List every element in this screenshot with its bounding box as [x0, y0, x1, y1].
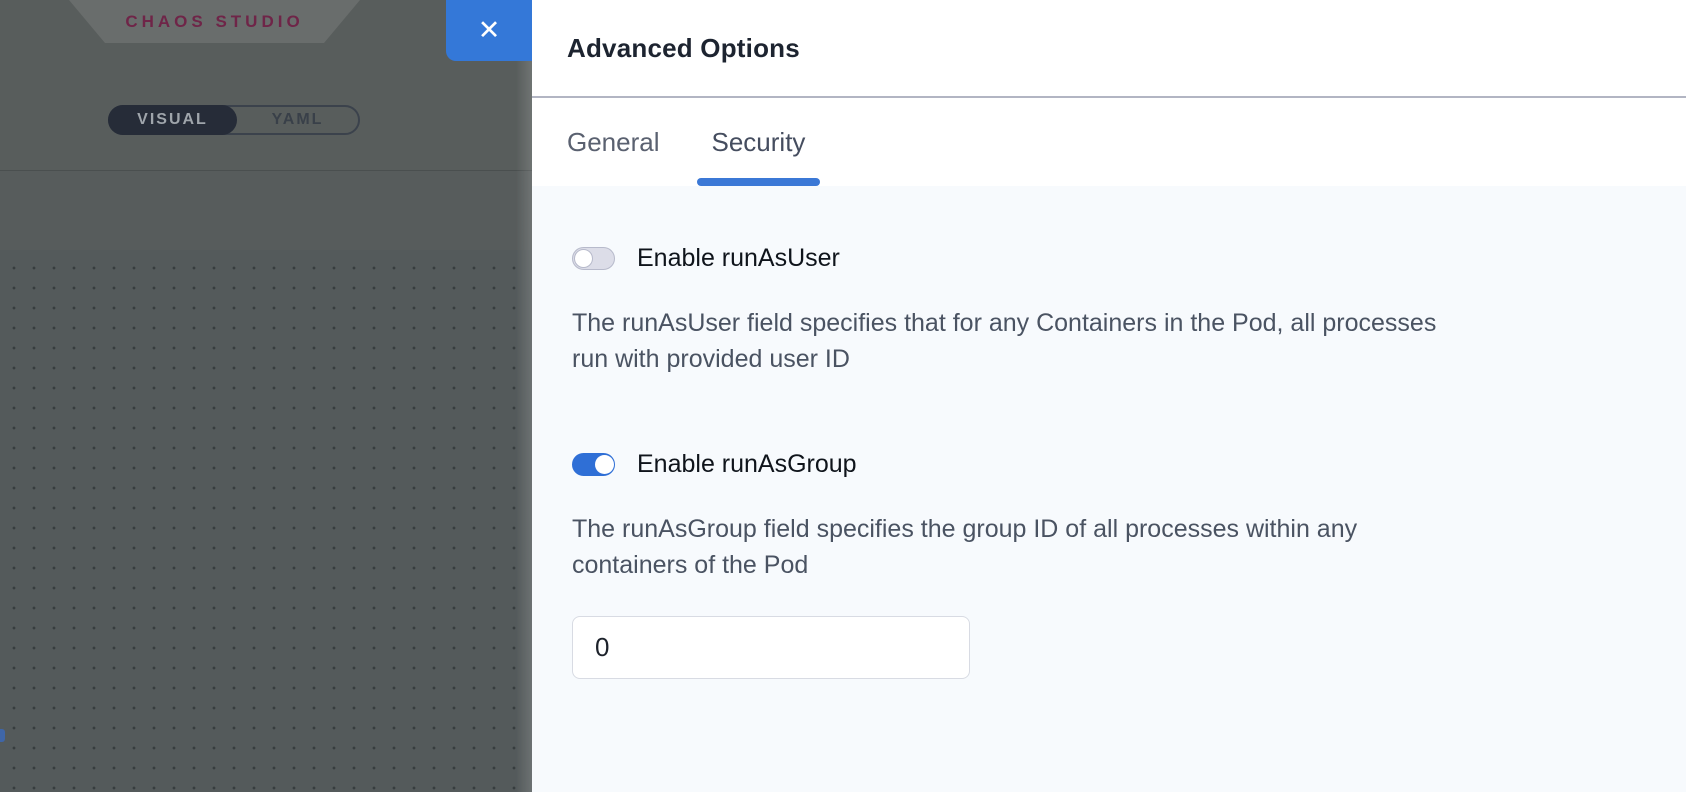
active-tab-underline [697, 178, 821, 186]
drawer-edge-glow [516, 0, 532, 792]
brand-ribbon: CHAOS STUDIO [69, 0, 360, 43]
app-subbar [0, 171, 532, 250]
visual-mode-button[interactable]: VISUAL [108, 105, 237, 135]
run-as-user-row: Enable runAsUser [572, 244, 1646, 273]
advanced-options-panel: Advanced Options General Security Enable… [532, 0, 1686, 792]
run-as-user-description: The runAsUser field specifies that for a… [572, 305, 1646, 377]
panel-title: Advanced Options [567, 33, 800, 64]
tab-security-label: Security [712, 127, 806, 158]
run-as-group-description: The runAsGroup field specifies the group… [572, 511, 1646, 583]
security-tab-content: Enable runAsUser The runAsUser field spe… [532, 186, 1686, 792]
run-as-group-label: Enable runAsGroup [637, 450, 857, 479]
panel-header: Advanced Options [532, 0, 1686, 96]
dotted-canvas [0, 250, 532, 792]
edge-blue-artifact [0, 729, 5, 742]
dimmed-app-backdrop: CHAOS STUDIO VISUAL YAML [0, 0, 532, 792]
run-as-group-toggle[interactable] [572, 453, 615, 476]
toggle-knob [574, 249, 593, 268]
run-as-user-label: Enable runAsUser [637, 244, 840, 273]
tab-bar: General Security [532, 98, 1686, 186]
run-as-user-toggle[interactable] [572, 247, 615, 270]
close-drawer-button[interactable]: ✕ [446, 0, 532, 61]
tab-general[interactable]: General [552, 98, 675, 186]
toggle-knob [595, 455, 614, 474]
yaml-mode-button[interactable]: YAML [237, 107, 358, 133]
group-id-input[interactable] [572, 616, 970, 679]
close-icon: ✕ [478, 17, 501, 44]
tab-security[interactable]: Security [697, 98, 821, 186]
brand-title: CHAOS STUDIO [125, 12, 303, 32]
tab-general-label: General [567, 127, 660, 158]
view-mode-switch[interactable]: VISUAL YAML [108, 105, 360, 135]
run-as-group-row: Enable runAsGroup [572, 450, 1646, 479]
